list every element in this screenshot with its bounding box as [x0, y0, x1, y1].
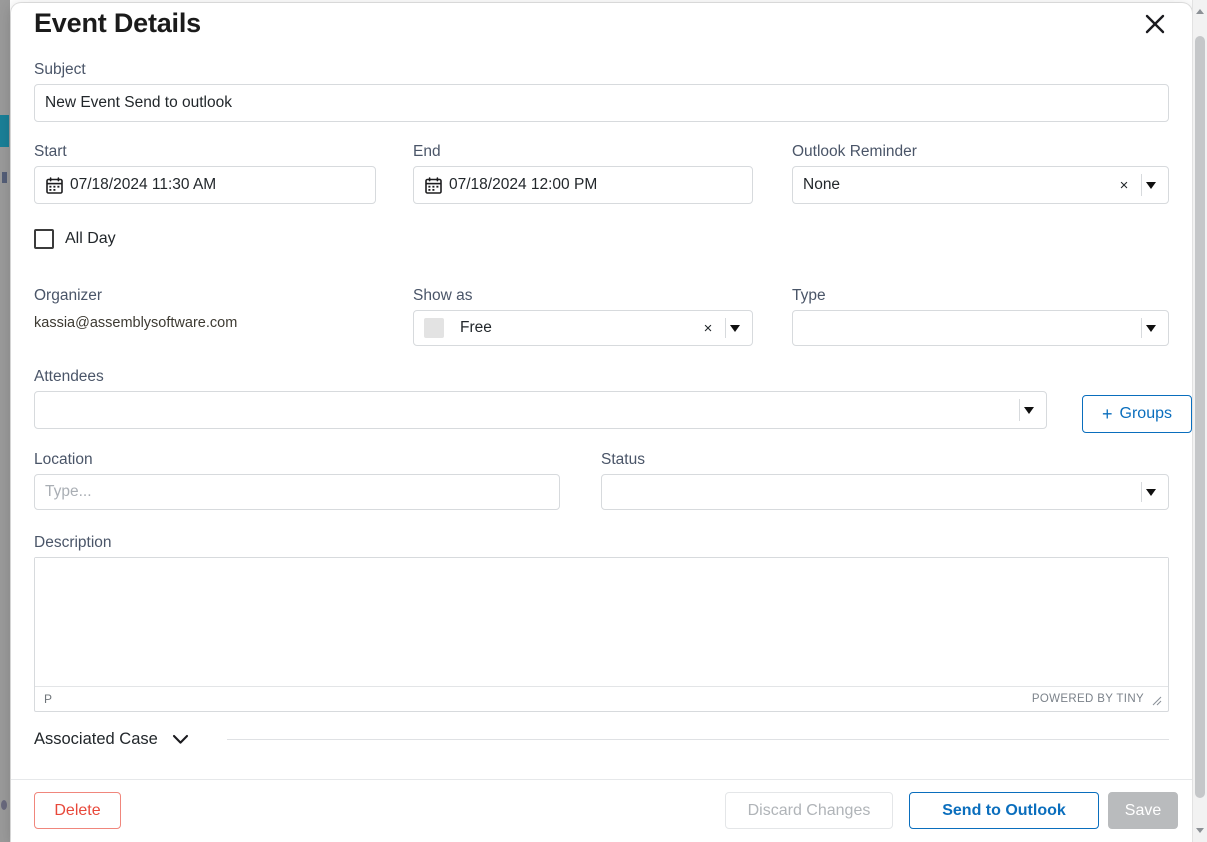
resize-handle-icon[interactable] [1150, 693, 1162, 706]
type-label: Type [792, 287, 826, 304]
location-placeholder: Type... [45, 483, 92, 500]
start-field-group: Start 07/18/2024 11:30 AM [34, 142, 376, 204]
delete-button[interactable]: Delete [34, 792, 121, 829]
dialog-header: Event Details [11, 3, 1192, 49]
calendar-icon [46, 176, 63, 194]
start-datetime-input[interactable]: 07/18/2024 11:30 AM [34, 166, 376, 204]
type-field-group: Type [792, 286, 1169, 346]
background-marker [2, 172, 7, 183]
event-details-dialog: Event Details Subject New Event Send to … [11, 3, 1192, 842]
end-field-group: End 07/18/2024 12:00 PM [413, 142, 753, 204]
chevron-down-icon[interactable] [1142, 475, 1160, 509]
attendees-label: Attendees [34, 368, 104, 385]
location-label: Location [34, 451, 93, 468]
outlook-reminder-field-group: Outlook Reminder None × [792, 142, 1169, 204]
show-as-select[interactable]: Free × [413, 310, 753, 346]
type-select[interactable] [792, 310, 1169, 346]
subject-input-value: New Event Send to outlook [45, 94, 232, 111]
color-swatch-icon [424, 318, 444, 338]
end-datetime-input[interactable]: 07/18/2024 12:00 PM [413, 166, 753, 204]
all-day-checkbox[interactable] [34, 229, 54, 249]
save-button[interactable]: Save [1108, 792, 1178, 829]
add-groups-button[interactable]: + Groups [1082, 395, 1192, 433]
clear-icon[interactable]: × [700, 311, 716, 345]
all-day-checkbox-row[interactable]: All Day [34, 229, 116, 249]
section-divider [226, 739, 1169, 740]
page-title: Event Details [34, 8, 201, 38]
calendar-icon [425, 176, 442, 194]
status-select[interactable] [601, 474, 1169, 510]
chevron-down-icon[interactable] [1142, 167, 1160, 203]
vertical-scrollbar[interactable] [1192, 0, 1207, 842]
show-as-field-group: Show as Free × [413, 286, 753, 346]
background-marker-lower [1, 800, 7, 810]
show-as-value: Free [460, 319, 492, 336]
associated-case-section: Associated Case [34, 730, 1169, 749]
all-day-label: All Day [65, 230, 116, 247]
editor-status-bar: P POWERED BY TINY [35, 686, 1168, 711]
attendees-field-group: Attendees + Groups [34, 367, 1192, 433]
send-to-outlook-button[interactable]: Send to Outlook [909, 792, 1099, 829]
attendees-select[interactable] [34, 391, 1047, 429]
editor-element-path[interactable]: P [44, 692, 52, 706]
description-label: Description [34, 534, 112, 551]
scroll-down-icon[interactable] [1196, 826, 1204, 834]
description-textarea[interactable] [35, 558, 1168, 686]
start-datetime-value: 07/18/2024 11:30 AM [70, 176, 217, 193]
chevron-down-icon[interactable] [726, 311, 744, 345]
end-datetime-value: 07/18/2024 12:00 PM [449, 176, 598, 193]
clear-icon[interactable]: × [1116, 167, 1132, 203]
end-label: End [413, 143, 441, 160]
plus-icon: + [1102, 404, 1113, 424]
close-icon[interactable] [1140, 9, 1170, 39]
discard-changes-button[interactable]: Discard Changes [725, 792, 893, 829]
editor-branding-label: POWERED BY TINY [1031, 693, 1144, 705]
location-input[interactable]: Type... [34, 474, 560, 510]
associated-case-label[interactable]: Associated Case [34, 730, 158, 749]
status-label: Status [601, 451, 645, 468]
subject-input[interactable]: New Event Send to outlook [34, 84, 1169, 122]
subject-field-group: Subject New Event Send to outlook [34, 60, 1169, 122]
outlook-reminder-value: None [803, 176, 841, 193]
chevron-down-icon[interactable] [1142, 311, 1160, 345]
location-field-group: Location Type... [34, 450, 560, 510]
scroll-up-icon[interactable] [1196, 8, 1204, 16]
description-editor: P POWERED BY TINY [34, 557, 1169, 712]
subject-label: Subject [34, 61, 86, 78]
start-label: Start [34, 143, 67, 160]
chevron-down-icon[interactable] [172, 734, 189, 745]
show-as-label: Show as [413, 287, 473, 304]
status-field-group: Status [601, 450, 1169, 510]
organizer-value: kassia@assemblysoftware.com [34, 315, 238, 331]
add-groups-button-label: Groups [1119, 405, 1172, 422]
scrollbar-thumb[interactable] [1195, 36, 1205, 798]
description-field-group: Description P POWERED BY TINY [34, 533, 1169, 712]
outlook-reminder-select[interactable]: None × [792, 166, 1169, 204]
organizer-label: Organizer [34, 287, 103, 304]
outlook-reminder-label: Outlook Reminder [792, 143, 917, 160]
chevron-down-icon[interactable] [1020, 392, 1038, 428]
organizer-field-group: Organizer kassia@assemblysoftware.com [34, 286, 237, 331]
background-teal-accent [0, 115, 9, 147]
dialog-footer: Delete Discard Changes Send to Outlook S… [11, 779, 1192, 842]
